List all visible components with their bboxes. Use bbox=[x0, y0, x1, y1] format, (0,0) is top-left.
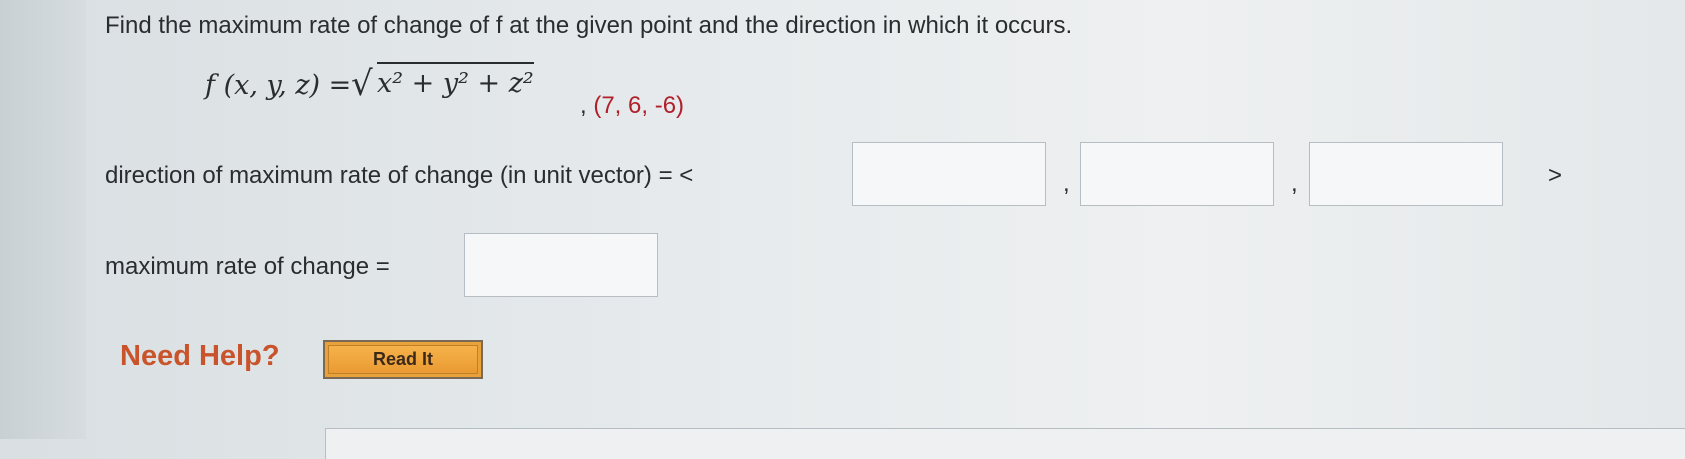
separator-comma-2: , bbox=[1291, 170, 1298, 197]
point-leading-comma: , bbox=[580, 92, 587, 119]
direction-label: direction of maximum rate of change (in … bbox=[105, 162, 693, 190]
read-it-label: Read It bbox=[328, 345, 478, 374]
max-rate-input[interactable] bbox=[464, 233, 658, 297]
need-help-heading: Need Help? bbox=[120, 340, 280, 372]
read-it-button[interactable]: Read It bbox=[323, 340, 483, 379]
direction-x-input[interactable] bbox=[852, 142, 1046, 206]
given-point: , (7, 6, -6) bbox=[580, 92, 684, 120]
left-margin-band bbox=[0, 0, 86, 439]
max-rate-label: maximum rate of change = bbox=[105, 253, 390, 280]
question-text: Find the maximum rate of change of f at … bbox=[105, 12, 1073, 39]
direction-z-input[interactable] bbox=[1309, 142, 1503, 206]
sqrt-icon: √ bbox=[351, 64, 373, 104]
next-panel-edge bbox=[325, 428, 1685, 459]
direction-y-input[interactable] bbox=[1080, 142, 1274, 206]
function-radicand: x² + y² + z² bbox=[377, 62, 534, 99]
separator-comma-1: , bbox=[1063, 170, 1070, 197]
function-lhs: f (x, y, z) = bbox=[205, 70, 352, 101]
point-value: (7, 6, -6) bbox=[593, 92, 685, 119]
close-bracket: > bbox=[1548, 162, 1563, 189]
direction-label-text: direction of maximum rate of change (in … bbox=[105, 162, 673, 189]
open-bracket: < bbox=[679, 162, 694, 189]
